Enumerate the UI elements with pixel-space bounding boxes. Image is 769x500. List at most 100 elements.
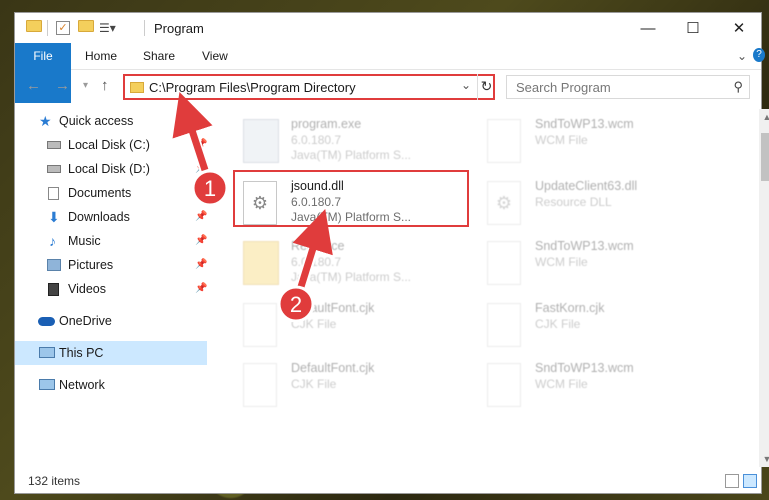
back-arrow-icon[interactable]: ← bbox=[26, 77, 41, 94]
sidebar-item-label: Network bbox=[59, 378, 105, 392]
file-version: 6.0.180.7 bbox=[291, 255, 342, 269]
file-item-fastkorn-cjk[interactable]: FastKorn.cjk CJK File bbox=[481, 299, 721, 359]
sidebar-item-network[interactable]: Network bbox=[15, 373, 207, 397]
folder-icon bbox=[243, 241, 279, 285]
sidebar-item-local-disk-c[interactable]: Local Disk (C:) 📌 bbox=[15, 133, 207, 157]
scroll-thumb[interactable] bbox=[761, 133, 769, 181]
file-item-sndtowp13-wcm[interactable]: SndToWP13.wcm WCM File bbox=[481, 359, 721, 419]
address-bar[interactable]: C:\Program Files\Program Directory ⌄ ↻ bbox=[123, 74, 495, 100]
search-input[interactable]: Search Program ⚲ bbox=[506, 75, 750, 99]
sidebar-item-label: Downloads bbox=[68, 210, 130, 224]
highlight-box bbox=[233, 170, 469, 227]
explorer-window: ✓ ☰▾ Program — ☐ ✕ File Home Share View … bbox=[14, 12, 769, 495]
file-type: CJK File bbox=[535, 317, 581, 331]
minimize-button[interactable]: — bbox=[625, 13, 671, 43]
details-view-icon[interactable] bbox=[725, 474, 739, 488]
scroll-up-icon[interactable]: ▲ bbox=[759, 109, 769, 125]
window-title: Program bbox=[154, 21, 204, 36]
ribbon: File Home Share View ⌄ ? bbox=[15, 43, 765, 103]
sidebar-item-videos[interactable]: Videos 📌 bbox=[15, 277, 207, 301]
file-name: SndToWP13.wcm bbox=[535, 361, 634, 375]
large-icons-view-icon[interactable] bbox=[743, 474, 757, 488]
pin-icon[interactable]: 📌 bbox=[195, 205, 207, 229]
sidebar-item-this-pc[interactable]: This PC bbox=[15, 341, 207, 365]
file-name: FastKorn.cjk bbox=[535, 301, 605, 315]
forward-arrow-icon[interactable]: → bbox=[55, 77, 70, 94]
sidebar-item-label: Local Disk (D:) bbox=[68, 162, 150, 176]
sidebar-item-onedrive[interactable]: OneDrive bbox=[15, 309, 207, 333]
file-item-sndtowp13-wcm[interactable]: SndToWP13.wcm WCM File bbox=[481, 115, 721, 175]
address-text[interactable]: C:\Program Files\Program Directory bbox=[149, 80, 356, 95]
file-item-defaultfont-cjk[interactable]: DefaultFont.cjk CJK File bbox=[237, 359, 477, 419]
sidebar-item-local-disk-d[interactable]: Local Disk (D:) 📌 bbox=[15, 157, 207, 181]
file-item-resource[interactable]: Resource 6.0.180.7 Java(TM) Platform S..… bbox=[237, 237, 477, 297]
pin-icon[interactable]: 📌 bbox=[195, 229, 207, 253]
sidebar-item-documents[interactable]: Documents 📌 bbox=[15, 181, 207, 205]
document-icon bbox=[243, 303, 277, 347]
document-icon bbox=[487, 119, 521, 163]
sidebar-item-label: Pictures bbox=[68, 258, 114, 272]
tab-home[interactable]: Home bbox=[73, 43, 129, 70]
new-folder-icon[interactable] bbox=[78, 20, 94, 32]
chevron-down-icon[interactable]: ⌄ bbox=[461, 78, 471, 92]
folder-icon bbox=[130, 82, 144, 93]
file-name: program.exe bbox=[291, 117, 362, 131]
file-name: SndToWP13.wcm bbox=[535, 239, 634, 253]
computer-icon bbox=[39, 347, 55, 358]
file-type: CJK File bbox=[291, 317, 337, 331]
pin-icon[interactable]: 📌 bbox=[195, 277, 207, 301]
file-name: Resource bbox=[291, 239, 345, 253]
file-item-program-exe[interactable]: program.exe 6.0.180.7 Java(TM) Platform … bbox=[237, 115, 477, 175]
pin-icon[interactable]: 📌 bbox=[195, 133, 207, 157]
pictures-icon bbox=[47, 259, 61, 271]
recent-locations-icon[interactable]: ▾ bbox=[83, 80, 88, 91]
document-icon bbox=[487, 303, 521, 347]
file-type: WCM File bbox=[535, 255, 588, 269]
sidebar-item-quick-access[interactable]: ★ Quick access bbox=[15, 109, 207, 133]
sidebar-item-downloads[interactable]: ⬇ Downloads 📌 bbox=[15, 205, 207, 229]
file-item-updateclient63-dll[interactable]: ⚙ UpdateClient63.dll Resource DLL bbox=[481, 177, 721, 237]
file-name: DefaultFont.cjk bbox=[291, 301, 375, 315]
download-icon: ⬇ bbox=[48, 209, 60, 225]
sidebar-item-music[interactable]: ♪ Music 📌 bbox=[15, 229, 207, 253]
navigation-pane: ★ Quick access Local Disk (C:) 📌 Local D… bbox=[15, 109, 209, 467]
network-icon bbox=[39, 379, 55, 390]
sidebar-item-label: This PC bbox=[59, 346, 104, 360]
expand-ribbon-icon[interactable]: ⌄ bbox=[737, 49, 747, 63]
status-bar: 132 items bbox=[15, 469, 761, 495]
sidebar-item-label: Videos bbox=[68, 282, 106, 296]
divider bbox=[47, 20, 48, 36]
pin-icon[interactable]: 📌 bbox=[195, 157, 207, 181]
properties-icon[interactable]: ✓ bbox=[56, 21, 70, 35]
search-icon[interactable]: ⚲ bbox=[733, 79, 743, 95]
file-name: DefaultFont.cjk bbox=[291, 361, 375, 375]
vertical-scrollbar[interactable]: ▲ ▼ bbox=[759, 109, 769, 467]
title-bar: ✓ ☰▾ Program — ☐ ✕ bbox=[15, 13, 761, 43]
file-name: UpdateClient63.dll bbox=[535, 179, 638, 193]
tab-share[interactable]: Share bbox=[131, 43, 187, 70]
help-icon[interactable]: ? bbox=[753, 48, 765, 62]
sidebar-item-pictures[interactable]: Pictures 📌 bbox=[15, 253, 207, 277]
gear-icon: ⚙ bbox=[487, 181, 521, 225]
file-list: program.exe 6.0.180.7 Java(TM) Platform … bbox=[211, 109, 741, 467]
search-placeholder: Search Program bbox=[516, 80, 611, 95]
tab-view[interactable]: View bbox=[190, 43, 240, 70]
videos-icon bbox=[48, 283, 59, 296]
maximize-button[interactable]: ☐ bbox=[670, 13, 716, 43]
file-item-sndtowp13-wcm[interactable]: SndToWP13.wcm WCM File bbox=[481, 237, 721, 297]
sidebar-item-label: Music bbox=[68, 234, 101, 248]
close-button[interactable]: ✕ bbox=[716, 13, 762, 43]
file-item-defaultfont-cjk[interactable]: DefaultFont.cjk CJK File bbox=[237, 299, 477, 359]
refresh-icon[interactable]: ↻ bbox=[477, 74, 495, 100]
navigation-bar: ← → ▾ ↑ C:\Program Files\Program Directo… bbox=[15, 71, 761, 103]
up-arrow-icon[interactable]: ↑ bbox=[101, 77, 109, 94]
pin-icon[interactable]: 📌 bbox=[195, 181, 207, 205]
quick-access-menu-icon[interactable]: ☰▾ bbox=[99, 21, 116, 37]
file-type: Resource DLL bbox=[535, 195, 612, 209]
drive-icon bbox=[47, 165, 61, 173]
document-icon bbox=[243, 363, 277, 407]
file-version: 6.0.180.7 bbox=[291, 133, 342, 147]
file-description: Java(TM) Platform S... bbox=[291, 270, 412, 284]
pin-icon[interactable]: 📌 bbox=[195, 253, 207, 277]
scroll-down-icon[interactable]: ▼ bbox=[759, 451, 769, 467]
